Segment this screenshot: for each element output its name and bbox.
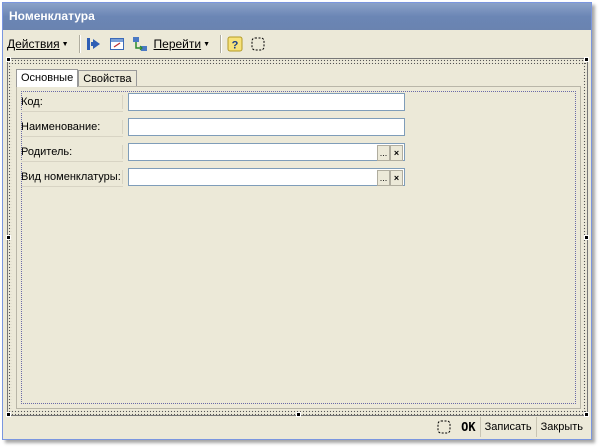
panel-grid-border <box>21 91 576 404</box>
field-row-code: Код: <box>17 93 580 112</box>
field-row-name: Наименование: <box>17 118 580 137</box>
bottom-bar: OK Записать Закрыть <box>3 414 591 439</box>
field-row-item-type: Вид номенклатуры: ... × <box>17 168 580 187</box>
code-label: Код: <box>21 93 123 112</box>
ok-button[interactable]: OK <box>457 417 479 437</box>
item-type-label: Вид номенклатуры: <box>21 168 123 187</box>
svg-text:?: ? <box>232 40 239 52</box>
item-type-clear-button[interactable]: × <box>390 170 403 186</box>
close-button[interactable]: Закрыть <box>535 416 587 437</box>
field-row-parent: Родитель: ... × <box>17 143 580 162</box>
resize-handle[interactable] <box>6 235 11 240</box>
toolbar: Действия ▼ Перейти ▼ ? <box>3 30 591 58</box>
code-input[interactable] <box>128 93 405 111</box>
form-window: Номенклатура Действия ▼ Перейти ▼ ? Осно… <box>2 2 592 440</box>
edit-form-icon[interactable] <box>249 35 267 53</box>
window-title[interactable]: Номенклатура <box>3 3 591 30</box>
resize-handle[interactable] <box>584 57 589 62</box>
help-icon[interactable]: ? <box>226 35 244 53</box>
actions-menu[interactable]: Действия <box>7 37 60 51</box>
toolbar-separator <box>78 35 81 53</box>
parent-input[interactable]: ... × <box>128 143 405 161</box>
actions-dropdown-icon[interactable]: ▼ <box>62 41 69 48</box>
goto-menu[interactable]: Перейти <box>154 37 202 51</box>
tab-panel: Код: Наименование: Родитель: ... × Вид н… <box>16 86 581 409</box>
item-type-input[interactable]: ... × <box>128 168 405 186</box>
parent-label: Родитель: <box>21 143 123 162</box>
save-button[interactable]: Записать <box>479 416 536 437</box>
form-design-area: Основные Свойства Код: Наименование: Род… <box>6 57 589 417</box>
resize-handle[interactable] <box>6 57 11 62</box>
name-input[interactable] <box>128 118 405 136</box>
selection-border-top <box>8 59 587 64</box>
parent-choose-button[interactable]: ... <box>377 145 390 161</box>
calendar-icon[interactable] <box>108 35 126 53</box>
back-arrow-icon[interactable] <box>85 35 103 53</box>
tab-properties[interactable]: Свойства <box>78 70 137 87</box>
tab-main[interactable]: Основные <box>16 69 79 87</box>
structure-icon[interactable] <box>131 35 149 53</box>
parent-clear-button[interactable]: × <box>390 145 403 161</box>
goto-dropdown-icon[interactable]: ▼ <box>203 41 210 48</box>
tab-strip: Основные Свойства <box>16 69 137 87</box>
resize-handle[interactable] <box>584 235 589 240</box>
toolbar-separator <box>220 35 223 53</box>
item-type-choose-button[interactable]: ... <box>377 170 390 186</box>
name-label: Наименование: <box>21 118 123 137</box>
edit-form-icon[interactable] <box>435 418 453 436</box>
